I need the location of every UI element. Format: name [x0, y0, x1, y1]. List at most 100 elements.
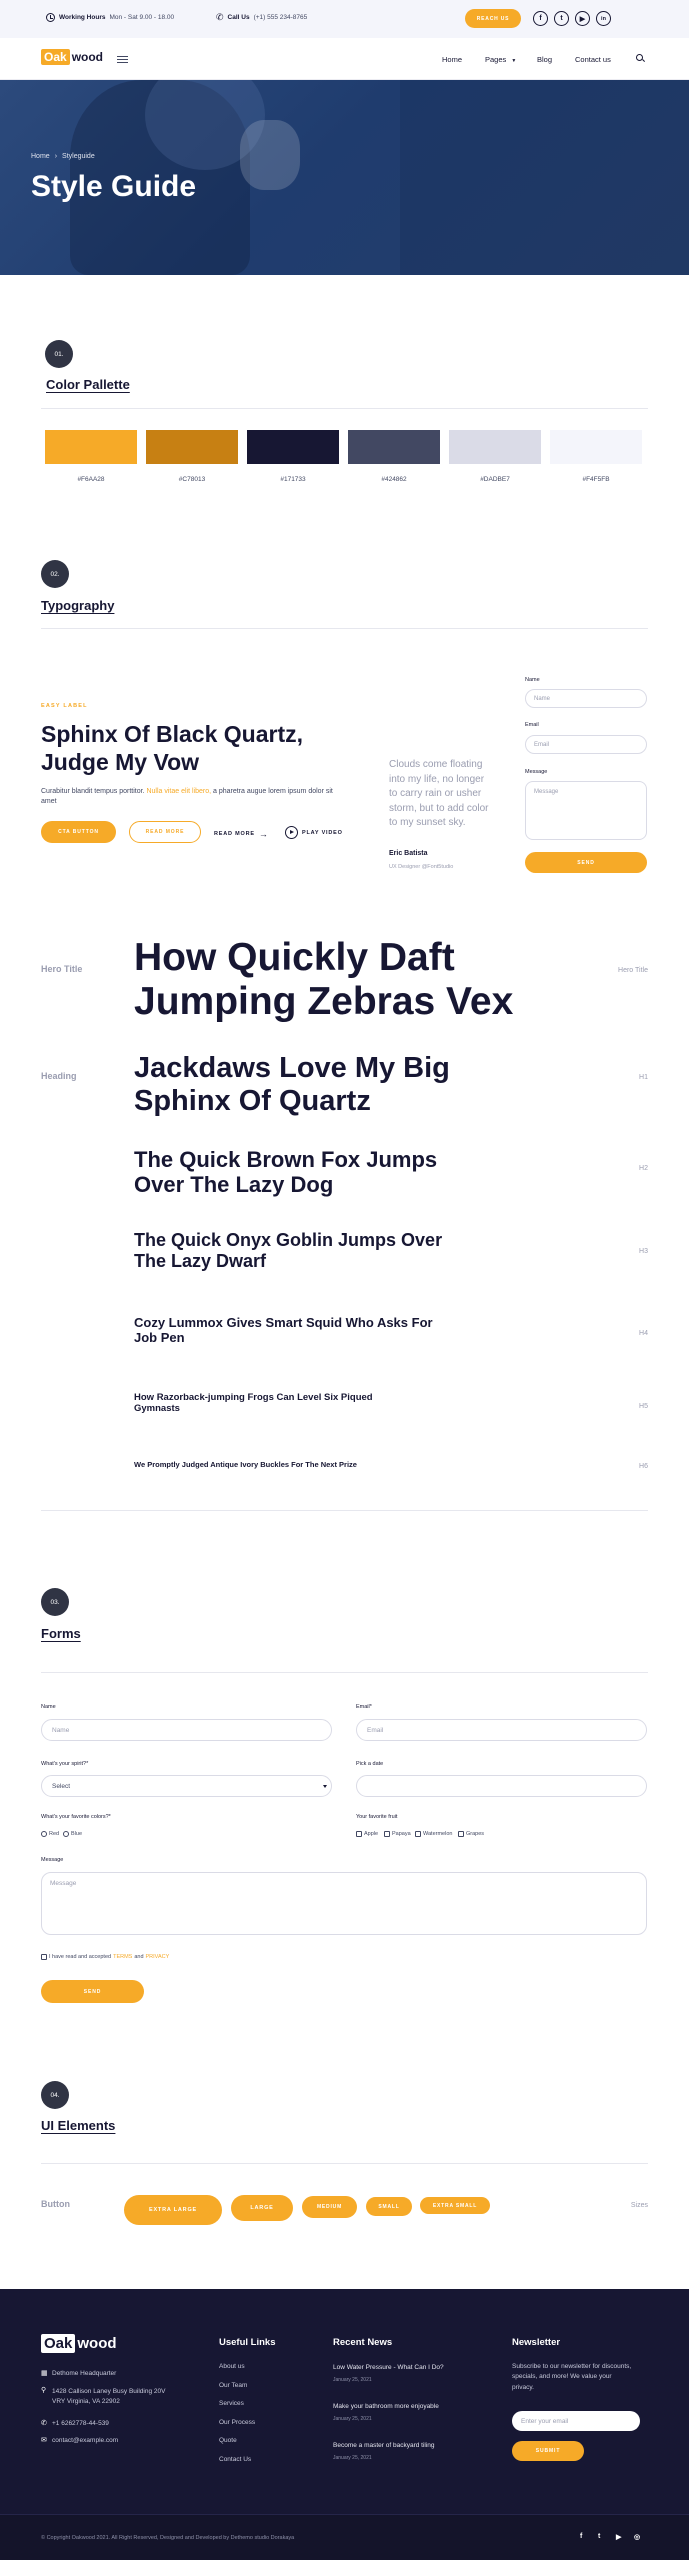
ui-button-label: Button — [41, 2199, 70, 2209]
footer-link-quote[interactable]: Quote — [219, 2437, 237, 2444]
divider — [41, 408, 648, 409]
instagram-icon[interactable]: ◎ — [634, 2533, 640, 2541]
arrow-right-icon: → — [258, 829, 269, 839]
play-video-label: PLAY VIDEO — [302, 829, 343, 836]
h2-sample: The Quick Brown Fox Jumps Over The Lazy … — [134, 1147, 438, 1198]
hero-image-overlay — [400, 80, 689, 275]
read-more-link[interactable]: READ MORE → — [214, 829, 269, 839]
checkbox-papaya[interactable]: Papaya — [384, 1831, 411, 1837]
radio-circle-icon[interactable] — [63, 1831, 69, 1837]
nav-blog[interactable]: Blog — [537, 55, 552, 64]
read-more-label: READ MORE — [214, 831, 255, 837]
footer-link-about[interactable]: About us — [219, 2363, 245, 2370]
checkbox-label: Grapes — [466, 1831, 485, 1837]
form-name-input[interactable]: Name — [41, 1719, 332, 1741]
color-swatch-label: #DADBE7 — [480, 476, 510, 483]
news-item-date: January 25, 2021 — [333, 2455, 372, 2461]
read-more-outline-button[interactable]: READ MORE — [129, 821, 201, 843]
logo-wood: wood — [71, 50, 104, 64]
radio-label: Blue — [71, 1831, 83, 1837]
checkbox-icon[interactable] — [384, 1831, 390, 1837]
checkbox-icon[interactable] — [415, 1831, 421, 1837]
footer-link-contact[interactable]: Contact Us — [219, 2456, 251, 2463]
scale-tag-h2: H2 — [639, 1165, 648, 1172]
news-item-title[interactable]: Low Water Pressure - What Can I Do? — [333, 2364, 444, 2371]
chevron-down-icon — [323, 1785, 327, 1788]
checkbox-watermelon[interactable]: Watermelon — [415, 1831, 452, 1837]
footer-link-services[interactable]: Services — [219, 2400, 244, 2407]
testimonial-role: UX Designer @Font5tudio — [389, 864, 454, 870]
contact-message-textarea[interactable]: Message — [525, 781, 647, 840]
button-extra-large[interactable]: EXTRA LARGE — [124, 2195, 222, 2225]
contact-name-input[interactable]: Name — [525, 689, 647, 708]
form-send-button[interactable]: SEND — [41, 1980, 144, 2003]
contact-email-input[interactable]: Email — [525, 735, 647, 754]
button-large[interactable]: LARGE — [231, 2195, 293, 2221]
form-email-input[interactable]: Email — [356, 1719, 647, 1741]
form-spirit-select[interactable]: Select — [41, 1775, 332, 1797]
linkedin-icon[interactable]: in — [596, 11, 611, 26]
scale-tag-h3: H3 — [639, 1248, 648, 1255]
terms-checkbox[interactable]: I have read and accepted TERMS and PRIVA… — [41, 1954, 169, 1960]
facebook-icon[interactable]: f — [533, 11, 548, 26]
play-video-button[interactable]: PLAY VIDEO — [285, 826, 343, 839]
radio-blue[interactable]: Blue — [63, 1831, 82, 1837]
newsletter-email-input[interactable]: Enter your email — [512, 2411, 640, 2431]
button-extra-small[interactable]: EXTRA SMALL — [420, 2197, 490, 2214]
checkbox-icon[interactable] — [41, 1954, 47, 1960]
radio-circle-icon[interactable] — [41, 1831, 47, 1837]
form-name-label: Name — [41, 1704, 56, 1710]
button-medium[interactable]: MEDIUM — [302, 2196, 357, 2218]
footer-address: 1428 Callison Laney Busy Building 20V VR… — [52, 2388, 166, 2405]
footer-email[interactable]: contact@example.com — [52, 2437, 118, 2444]
logo-oak: Oak — [41, 49, 70, 65]
breadcrumb-home[interactable]: Home — [31, 153, 50, 160]
form-message-textarea[interactable]: Message — [41, 1872, 647, 1935]
footer-link-process[interactable]: Our Process — [219, 2419, 255, 2426]
paragraph-link[interactable]: Nulla vitae elit libero, — [146, 788, 211, 795]
nav-pages[interactable]: Pages ▼ — [485, 55, 516, 64]
reach-us-button[interactable]: REACH US — [465, 9, 521, 28]
nav-home[interactable]: Home — [442, 55, 462, 64]
button-small[interactable]: SMALL — [366, 2197, 412, 2216]
youtube-icon[interactable]: ▶ — [575, 11, 590, 26]
privacy-link[interactable]: PRIVACY — [146, 1954, 170, 1960]
footer-phone[interactable]: +1 6262778-44-539 — [52, 2420, 109, 2427]
checkbox-icon[interactable] — [356, 1831, 362, 1837]
youtube-icon[interactable]: ▶ — [616, 2533, 621, 2541]
menu-icon[interactable] — [117, 56, 128, 63]
color-swatch-label: #424862 — [381, 476, 407, 483]
contact-send-button[interactable]: SEND — [525, 852, 647, 873]
form-date-input[interactable] — [356, 1775, 647, 1797]
contact-name-label: Name — [525, 677, 540, 683]
top-bar: Working Hours Mon - Sat 9.00 - 18.00 ✆ C… — [0, 0, 689, 38]
ui-sizes-label: Sizes — [630, 2202, 648, 2209]
cta-button[interactable]: CTA BUTTON — [41, 821, 116, 843]
working-hours: Working Hours Mon - Sat 9.00 - 18.00 — [46, 13, 174, 22]
nav-contact[interactable]: Contact us — [575, 55, 611, 64]
twitter-icon[interactable]: t — [554, 11, 569, 26]
news-item-title[interactable]: Become a master of backyard tiling — [333, 2442, 435, 2449]
footer-news-title: Recent News — [333, 2337, 393, 2348]
footer-logo[interactable]: Oak wood — [41, 2334, 117, 2353]
facebook-icon[interactable]: f — [580, 2533, 582, 2540]
news-item-title[interactable]: Make your bathroom more enjoyable — [333, 2403, 439, 2410]
scale-tag-hero: Hero Title — [618, 967, 648, 974]
color-swatch-3 — [247, 430, 339, 464]
scale-label-hero: Hero Title — [41, 964, 83, 974]
call-us: ✆ Call Us (+1) 555 234-8765 — [216, 13, 307, 22]
newsletter-submit-button[interactable]: SUBMIT — [512, 2441, 584, 2461]
twitter-icon[interactable]: t — [598, 2533, 600, 2540]
footer-link-team[interactable]: Our Team — [219, 2382, 247, 2389]
terms-link[interactable]: TERMS — [113, 1954, 132, 1960]
radio-red[interactable]: Red — [41, 1831, 59, 1837]
checkbox-grapes[interactable]: Grapes — [458, 1831, 484, 1837]
call-us-value[interactable]: (+1) 555 234-8765 — [254, 14, 308, 21]
footer-links-title: Useful Links — [219, 2337, 276, 2348]
search-icon[interactable] — [636, 54, 643, 61]
color-swatch-5 — [449, 430, 541, 464]
site-logo[interactable]: Oak wood — [41, 49, 103, 65]
checkbox-apple[interactable]: Apple — [356, 1831, 378, 1837]
h3-sample: The Quick Onyx Goblin Jumps Over The Laz… — [134, 1230, 443, 1271]
checkbox-icon[interactable] — [458, 1831, 464, 1837]
